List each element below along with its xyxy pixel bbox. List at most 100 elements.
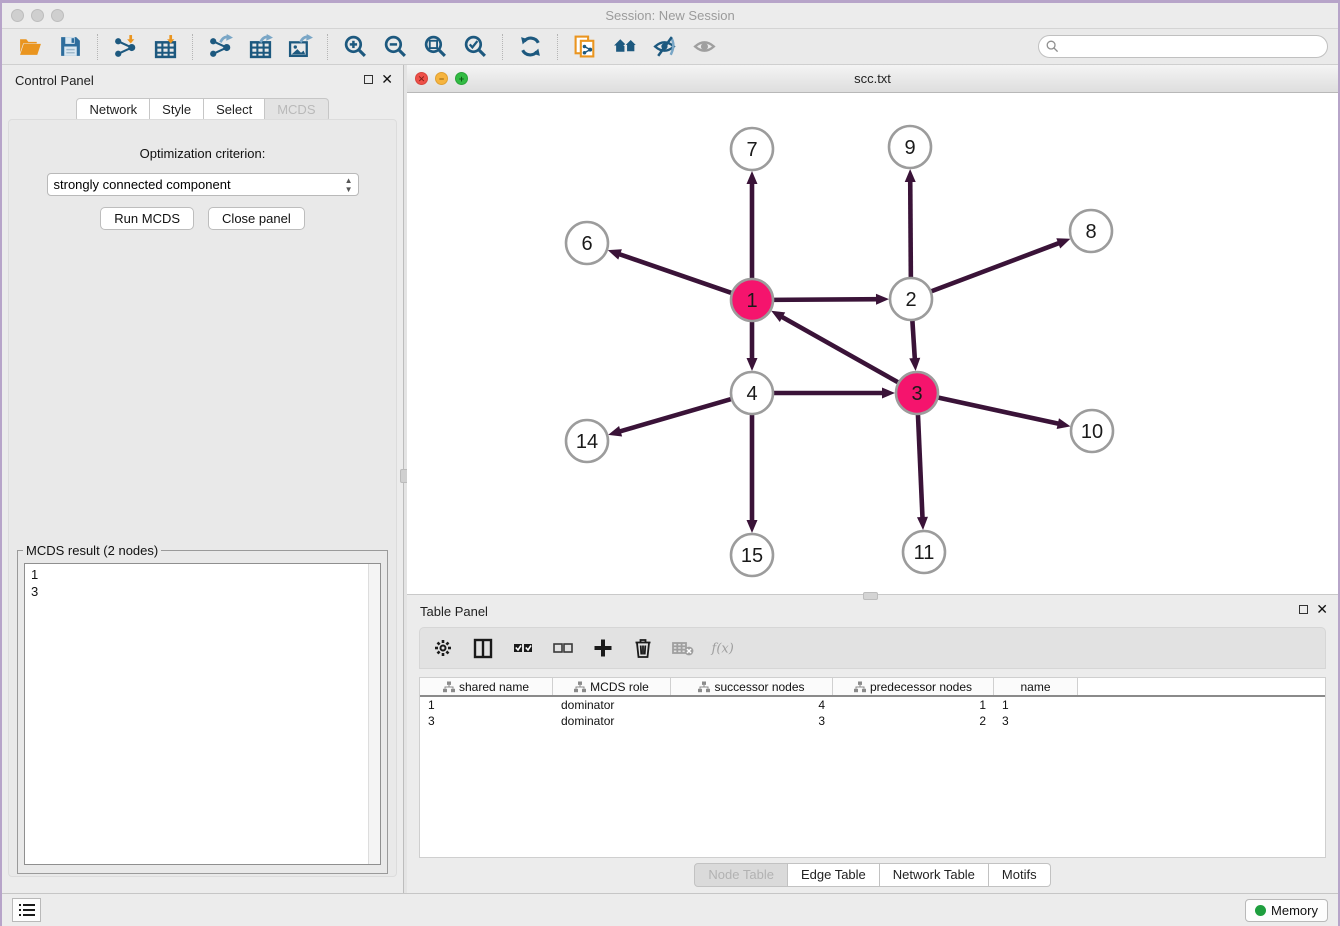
mcds-result-list: 13 [24,563,381,865]
save-session-icon[interactable] [55,34,85,60]
table-cell[interactable]: 1 [833,697,994,713]
table-cell[interactable]: 2 [833,713,994,729]
float-table-panel-icon[interactable] [1299,605,1308,614]
tab-network-table[interactable]: Network Table [880,863,989,887]
table-cell[interactable]: 4 [671,697,833,713]
mcds-result-title: MCDS result (2 nodes) [23,543,161,558]
zoom-selected-icon[interactable] [460,34,490,60]
tab-motifs[interactable]: Motifs [989,863,1051,887]
import-table-icon[interactable] [150,34,180,60]
column-label: predecessor nodes [870,680,972,694]
edge-3-10[interactable] [936,397,1062,424]
svg-text:f(x): f(x) [711,642,734,657]
table-row[interactable]: 3dominator323 [420,713,1325,729]
table-options-icon[interactable] [430,635,456,661]
apply-layout-icon[interactable] [515,34,545,60]
export-table-icon[interactable] [245,34,275,60]
show-panels-button[interactable] [12,898,41,922]
add-column-icon[interactable] [590,635,616,661]
network-graph: 7968124314101511 [407,93,1340,595]
select-all-checks-icon[interactable] [510,635,536,661]
search-box[interactable] [1038,35,1328,58]
edge-1-2[interactable] [771,299,880,300]
deselect-all-checks-icon[interactable] [550,635,576,661]
first-neighbors-icon[interactable] [610,34,640,60]
table-cell[interactable]: 3 [994,713,1078,729]
graph-node-label: 4 [746,383,757,405]
mcds-result-scrollbar[interactable] [368,564,380,864]
node-table-header: shared nameMCDS role successor nodes prede… [420,678,1325,697]
network-view-titlebar[interactable]: ✕ − + scc.txt [407,65,1338,93]
tab-node-table[interactable]: Node Table [694,863,788,887]
export-network-icon[interactable] [205,34,235,60]
optimization-criterion-select[interactable]: strongly connected component ▲▼ [47,173,359,196]
table-cell[interactable]: 3 [420,713,553,729]
function-builder-icon: f(x) [710,635,736,661]
edge-arrowhead [882,388,895,399]
edge-arrowhead [608,249,622,259]
close-panel-button[interactable]: Close panel [208,207,305,230]
graph-node-label: 2 [905,289,916,311]
network-canvas[interactable]: 7968124314101511 [407,93,1338,594]
column-type-icon [698,681,710,693]
zoom-out-icon[interactable] [380,34,410,60]
edge-arrowhead [747,358,758,371]
table-row[interactable]: 1dominator411 [420,697,1325,713]
show-all-icon[interactable] [690,34,720,60]
network-view-window: ✕ − + scc.txt 7968124314101511 [407,65,1338,595]
edge-3-1[interactable] [779,315,900,383]
edge-2-3[interactable] [912,318,915,362]
toolbar-separator [192,34,193,60]
fit-content-icon[interactable] [420,34,450,60]
export-image-icon[interactable] [285,34,315,60]
column-header-successor-nodes[interactable]: successor nodes [671,678,833,695]
edge-arrowhead [608,426,622,437]
table-cell[interactable]: dominator [553,713,671,729]
search-input[interactable] [1063,40,1327,54]
edge-2-8[interactable] [929,242,1062,292]
selected-option-label: strongly connected component [54,177,231,192]
edge-3-11[interactable] [918,412,923,521]
mcds-result-line: 3 [31,583,380,600]
select-stepper-icon: ▲▼ [345,176,353,194]
edge-4-14[interactable] [617,398,734,432]
column-header-MCDS-role[interactable]: MCDS role [553,678,671,695]
delete-column-icon[interactable] [630,635,656,661]
table-cell[interactable]: 1 [994,697,1078,713]
memory-button[interactable]: Memory [1245,899,1328,922]
column-header-predecessor-nodes[interactable]: predecessor nodes [833,678,994,695]
horizontal-splitter-grip[interactable] [863,592,878,600]
graph-node-label: 6 [581,233,592,255]
open-file-icon[interactable] [15,34,45,60]
import-network-icon[interactable] [110,34,140,60]
table-cell[interactable]: 1 [420,697,553,713]
hide-selected-icon[interactable] [650,34,680,60]
table-cell[interactable]: dominator [553,697,671,713]
tab-edge-table[interactable]: Edge Table [788,863,880,887]
close-table-panel-icon[interactable]: ✕ [1316,604,1328,614]
graph-node-label: 7 [746,139,757,161]
column-chooser-icon[interactable] [470,635,496,661]
table-toolbar: f(x) [419,627,1326,669]
column-header-name[interactable]: name [994,678,1078,695]
edge-1-6[interactable] [616,253,734,294]
mcds-panel-body: Optimization criterion: strongly connect… [8,119,397,877]
run-mcds-button[interactable]: Run MCDS [100,207,194,230]
clone-network-icon[interactable] [570,34,600,60]
control-panel-title: Control Panel [15,73,94,88]
node-table[interactable]: shared nameMCDS role successor nodes prede… [419,677,1326,858]
graph-node-label: 9 [904,137,915,159]
column-type-icon [854,681,866,693]
control-panel: Control Panel ✕ NetworkStyleSelectMCDS O… [2,65,403,893]
delete-table-icon [670,635,696,661]
edge-2-9[interactable] [910,178,911,280]
graph-node-label: 11 [914,542,935,564]
close-panel-icon[interactable]: ✕ [381,74,393,84]
column-header-shared-name[interactable]: shared name [420,678,553,695]
zoom-in-icon[interactable] [340,34,370,60]
graph-node-label: 3 [911,383,922,405]
table-cell[interactable]: 3 [671,713,833,729]
column-label: successor nodes [714,680,804,694]
toolbar-separator [557,34,558,60]
float-panel-icon[interactable] [364,75,373,84]
